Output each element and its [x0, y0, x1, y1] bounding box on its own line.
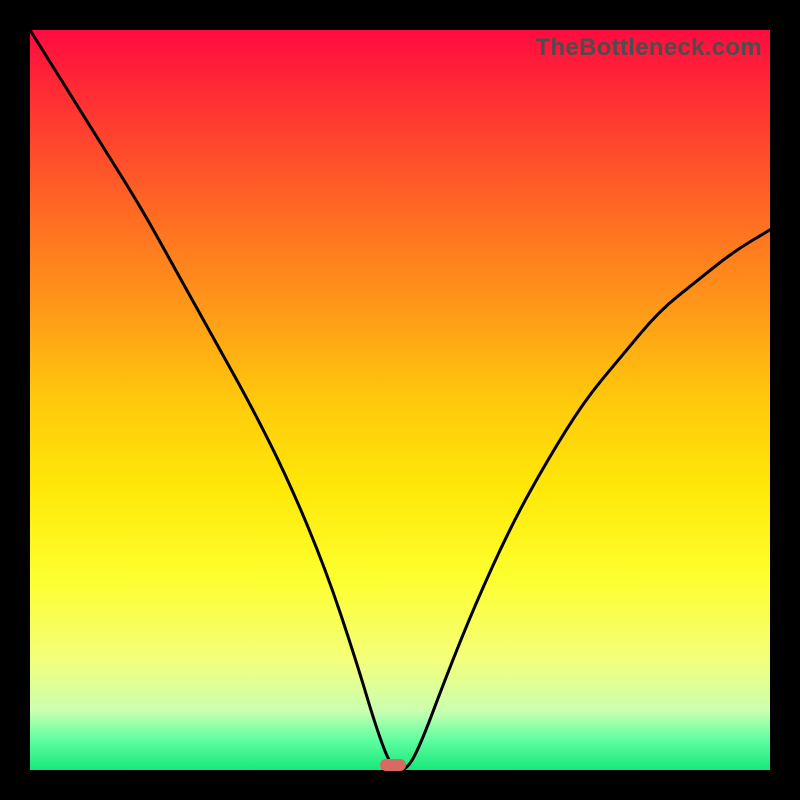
chart-frame: TheBottleneck.com — [0, 0, 800, 800]
bottleneck-curve — [30, 30, 770, 770]
plot-area: TheBottleneck.com — [30, 30, 770, 770]
optimal-marker — [380, 759, 406, 771]
